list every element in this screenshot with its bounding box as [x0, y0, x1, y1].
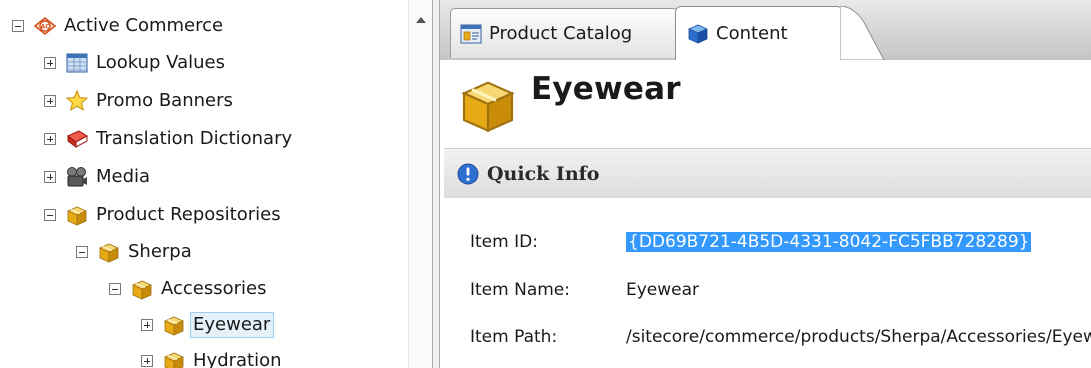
tree-item-accessories[interactable]: Accessories [109, 273, 271, 305]
expand-toggle-icon[interactable] [141, 355, 153, 367]
item-path-value: /sitecore/commerce/products/Sherpa/Acces… [626, 327, 1091, 347]
tree-item-eyewear[interactable]: Eyewear [141, 309, 275, 341]
box-icon [456, 72, 520, 136]
expand-toggle-icon[interactable] [44, 133, 56, 145]
box-icon [162, 313, 186, 337]
collapse-toggle-icon[interactable] [44, 209, 56, 221]
info-key: Item Path: [470, 327, 558, 347]
collapse-toggle-icon[interactable] [12, 20, 24, 32]
info-row-item-id: Item ID: {DD69B721-4B5D-4331-8042-FC5FBB… [470, 227, 1032, 257]
info-icon [456, 162, 480, 186]
expand-toggle-icon[interactable] [44, 171, 56, 183]
quick-info-panel: Item ID: {DD69B721-4B5D-4331-8042-FC5FBB… [440, 198, 1091, 368]
box-icon [162, 349, 186, 368]
tree-item-media[interactable]: Media [44, 161, 154, 193]
info-row-item-name: Item Name: Eyewear [470, 275, 699, 305]
info-key: Item Name: [470, 280, 570, 300]
tree-item-label: Hydration [193, 350, 282, 368]
box-icon [130, 277, 154, 301]
item-header: Eyewear [440, 60, 1091, 148]
tree-item-label: Sherpa [128, 241, 192, 262]
expand-toggle-icon[interactable] [44, 95, 56, 107]
tab-product-catalog[interactable]: Product Catalog [450, 8, 678, 58]
scroll-up-arrow-icon[interactable] [416, 17, 426, 23]
quick-info-section-header[interactable]: Quick Info [444, 148, 1091, 200]
tab-strip: Product Catalog Content [440, 0, 1091, 60]
tree-item-label: Eyewear [190, 312, 275, 338]
tree-item-label: Product Repositories [96, 204, 281, 225]
tree-item-label: Media [96, 166, 151, 187]
active-commerce-logo-icon: AC [33, 14, 57, 38]
info-row-item-path: Item Path: /sitecore/commerce/products/S… [470, 322, 1091, 352]
tree-item-product-repositories[interactable]: Product Repositories [44, 199, 285, 231]
box-icon [65, 203, 89, 227]
tree-item-label: Translation Dictionary [96, 128, 293, 149]
tab-label: Product Catalog [489, 23, 633, 44]
tab-edge [840, 6, 885, 60]
table-icon [65, 51, 89, 75]
tree-item-translation-dictionary[interactable]: Translation Dictionary [44, 123, 296, 155]
tree-item-label: Lookup Values [96, 52, 225, 73]
star-icon [65, 89, 89, 113]
box-icon [97, 240, 121, 264]
panel-splitter[interactable] [432, 0, 440, 368]
tree-item-label: Accessories [161, 278, 267, 299]
item-id-value[interactable]: {DD69B721-4B5D-4331-8042-FC5FBB728289} [626, 232, 1032, 252]
collapse-toggle-icon[interactable] [76, 246, 88, 258]
catalog-icon [459, 22, 483, 46]
tree-item-label: Promo Banners [96, 90, 233, 111]
camera-icon [65, 165, 89, 189]
dictionary-book-icon [65, 127, 89, 151]
tree-item-sherpa[interactable]: Sherpa [76, 236, 196, 268]
tree-item-promo-banners[interactable]: Promo Banners [44, 85, 237, 117]
content-tree: AC Active Commerce Lookup Values Promo B… [0, 0, 408, 368]
info-key: Item ID: [470, 232, 538, 252]
page-title: Eyewear [531, 71, 681, 107]
expand-toggle-icon[interactable] [44, 57, 56, 69]
content-cube-icon [686, 22, 710, 46]
svg-text:AC: AC [40, 24, 50, 31]
collapse-toggle-icon[interactable] [109, 283, 121, 295]
tree-item-active-commerce[interactable]: AC Active Commerce [12, 10, 227, 42]
tree-item-hydration[interactable]: Hydration [141, 345, 286, 368]
tree-item-lookup-values[interactable]: Lookup Values [44, 47, 229, 79]
tree-item-label: Active Commerce [64, 15, 224, 36]
editor-panel: Product Catalog Content Eyewear Quick In… [440, 0, 1091, 368]
tab-label: Content [716, 23, 788, 44]
expand-toggle-icon[interactable] [141, 319, 153, 331]
item-name-value: Eyewear [626, 280, 700, 300]
tree-scrollbar[interactable] [408, 0, 433, 368]
tab-content[interactable]: Content [675, 6, 843, 60]
quick-info-title: Quick Info [487, 163, 600, 185]
